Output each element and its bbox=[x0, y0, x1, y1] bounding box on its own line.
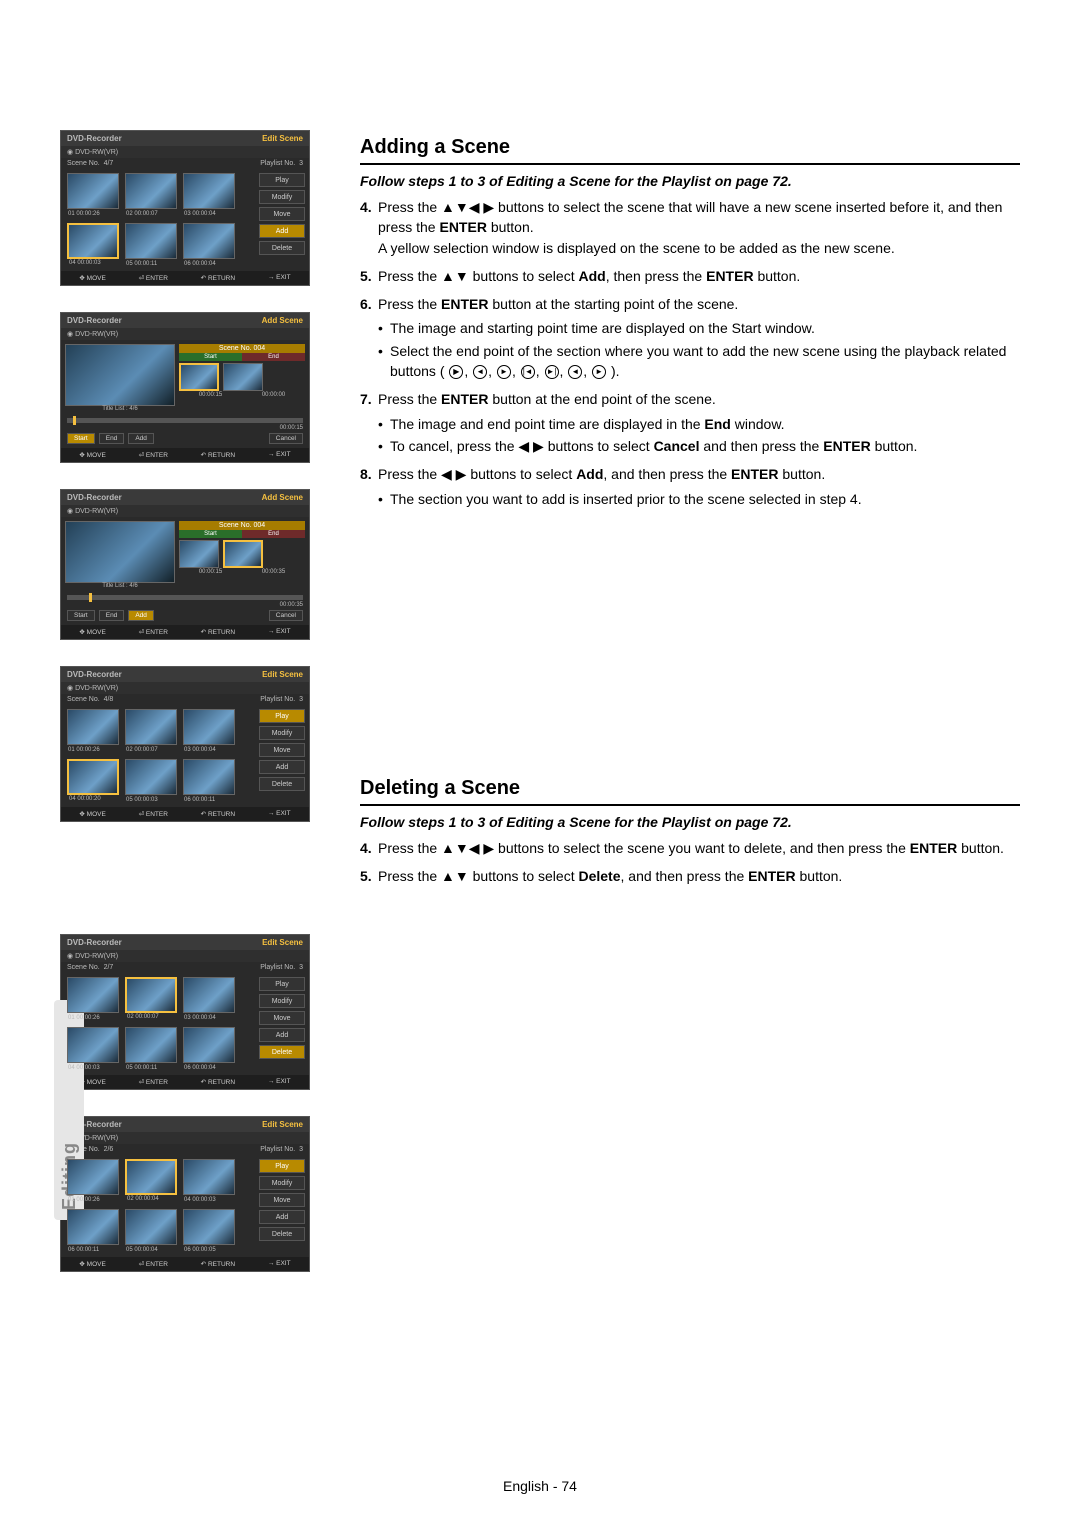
hint-enter: ⏎ ENTER bbox=[139, 274, 168, 282]
thumb: 01 00:00:26 bbox=[67, 173, 119, 209]
play-pause-icon: ▶ bbox=[449, 365, 463, 379]
panel-edit-scene-2: DVD-RecorderEdit Scene ◉ DVD-RW(VR) Scen… bbox=[60, 666, 310, 822]
panel-delete-2: DVD-RecorderEdit Scene ◉ DVD-RW(VR) Scen… bbox=[60, 1116, 310, 1272]
panel-mode: Edit Scene bbox=[262, 134, 303, 143]
menu-modify[interactable]: Modify bbox=[259, 190, 305, 204]
screenshots-column: DVD-Recorder Edit Scene ◉ DVD-RW(VR) Sce… bbox=[60, 130, 320, 1272]
end-thumb bbox=[223, 540, 263, 568]
hint-return: ↶ RETURN bbox=[201, 274, 235, 282]
forward-icon: ► bbox=[497, 365, 511, 379]
disc-icon: ◉ bbox=[67, 149, 75, 156]
panel-add-scene-1: DVD-Recorder Add Scene ◉ DVD-RW(VR) Titl… bbox=[60, 312, 310, 463]
panel-title: DVD-Recorder bbox=[67, 134, 122, 143]
preview-thumb bbox=[65, 521, 175, 583]
skip-back-icon: |◄ bbox=[521, 365, 535, 379]
intro-deleting: Follow steps 1 to 3 of Editing a Scene f… bbox=[360, 814, 1020, 830]
menu-add[interactable]: Add bbox=[259, 224, 305, 238]
btn-end[interactable]: End bbox=[99, 433, 125, 444]
preview-thumb bbox=[65, 344, 175, 406]
thumb: 05 00:00:11 bbox=[125, 223, 177, 259]
panel-add-scene-2: DVD-Recorder Add Scene ◉ DVD-RW(VR) Titl… bbox=[60, 489, 310, 640]
rewind-icon: ◄ bbox=[473, 365, 487, 379]
btn-cancel[interactable]: Cancel bbox=[269, 433, 303, 444]
steps-deleting: 4.Press the ▲▼◀ ▶ buttons to select the … bbox=[360, 838, 1020, 887]
thumb-selected: 04 00:00:03 bbox=[67, 223, 119, 259]
thumb: 06 00:00:04 bbox=[183, 223, 235, 259]
heading-adding: Adding a Scene bbox=[360, 136, 1020, 165]
instructions-column: Adding a Scene Follow steps 1 to 3 of Ed… bbox=[360, 130, 1020, 1272]
next-icon: ► bbox=[592, 365, 606, 379]
menu-delete[interactable]: Delete bbox=[259, 241, 305, 255]
start-thumb bbox=[179, 363, 219, 391]
panel-edit-scene-1: DVD-Recorder Edit Scene ◉ DVD-RW(VR) Sce… bbox=[60, 130, 310, 286]
thumb: 02 00:00:07 bbox=[125, 173, 177, 209]
prev-icon: ◄ bbox=[568, 365, 582, 379]
steps-adding: 4.Press the ▲▼◀ ▶ buttons to select the … bbox=[360, 197, 1020, 509]
skip-fwd-icon: ►| bbox=[545, 365, 559, 379]
heading-deleting: Deleting a Scene bbox=[360, 777, 1020, 806]
hint-move: ✥ MOVE bbox=[79, 274, 105, 282]
intro-adding: Follow steps 1 to 3 of Editing a Scene f… bbox=[360, 173, 1020, 189]
menu-move[interactable]: Move bbox=[259, 207, 305, 221]
btn-start[interactable]: Start bbox=[67, 433, 95, 444]
end-thumb bbox=[223, 363, 263, 391]
btn-add[interactable]: Add bbox=[128, 433, 154, 444]
menu-play[interactable]: Play bbox=[259, 173, 305, 187]
thumb: 03 00:00:04 bbox=[183, 173, 235, 209]
page-footer: English - 74 bbox=[0, 1478, 1080, 1494]
hint-exit: → EXIT bbox=[268, 274, 291, 282]
start-thumb bbox=[179, 540, 219, 568]
panel-delete-1: DVD-RecorderEdit Scene ◉ DVD-RW(VR) Scen… bbox=[60, 934, 310, 1090]
